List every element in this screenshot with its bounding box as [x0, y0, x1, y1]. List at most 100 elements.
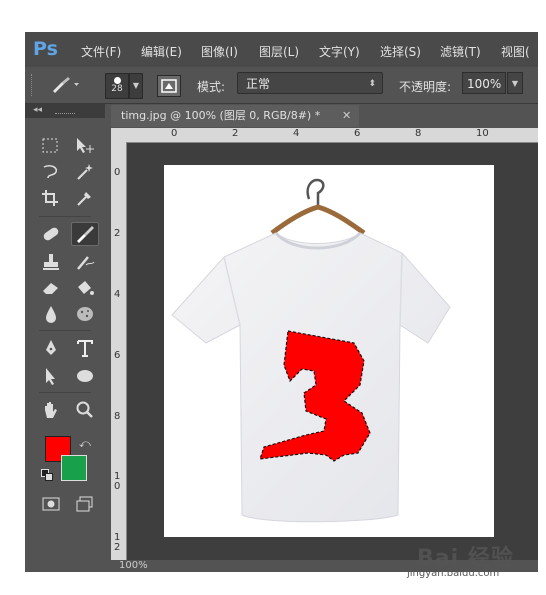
tool-move[interactable] [71, 134, 99, 158]
tool-sponge[interactable] [71, 302, 99, 326]
tool-spot-healing[interactable] [37, 222, 65, 246]
screen-mode-icon [76, 496, 93, 512]
swap-colors-icon[interactable]: ⤺ [79, 437, 91, 451]
ruler-label: 2 [232, 128, 239, 139]
close-icon[interactable]: ✕ [342, 105, 351, 127]
history-brush-icon [77, 256, 95, 270]
mode-label: 模式: [197, 80, 226, 94]
opacity-input[interactable]: 100% [462, 72, 506, 94]
tools-divider [39, 392, 91, 393]
ruler-label: 4 [114, 289, 121, 300]
menu-file[interactable]: 文件(F) [81, 43, 121, 60]
watermark-url: jingyan.baidu.com [407, 568, 500, 579]
ruler-label: 8 [114, 411, 121, 422]
clone-stamp-icon [43, 254, 59, 270]
ruler-label: 10 [476, 128, 489, 139]
menu-bar: Ps 文件(F) 编辑(E) 图像(I) 图层(L) 文字(Y) 选择(S) 滤… [25, 32, 538, 67]
move-icon [77, 138, 94, 153]
blur-icon [46, 306, 56, 323]
options-bar: 28 ▼ 模式: 正常 ⬍ 不透明度: 100% ▼ [25, 67, 538, 104]
brush-panel-icon [161, 79, 177, 93]
lasso-icon [43, 165, 58, 179]
tool-path-selection[interactable] [37, 364, 65, 388]
ruler-label: 4 [293, 128, 300, 139]
brush-picker-dropdown[interactable]: ▼ [129, 73, 143, 99]
tool-zoom[interactable] [71, 398, 99, 422]
menu-select[interactable]: 选择(S) [380, 43, 421, 60]
tools-divider [39, 330, 91, 331]
menu-edit[interactable]: 编辑(E) [141, 43, 182, 60]
ruler-label: 0 [171, 128, 178, 139]
tool-eraser[interactable] [37, 276, 65, 300]
panel-grip[interactable] [55, 113, 75, 114]
document-tab-title: timg.jpg @ 100% (图层 0, RGB/8#) * [121, 109, 321, 122]
eraser-icon [43, 283, 58, 294]
brush-tip-icon [113, 77, 121, 84]
tool-quick-mask[interactable] [37, 492, 65, 516]
brush-size-picker[interactable]: 28 [105, 73, 129, 99]
spot-healing-icon [43, 227, 59, 241]
tool-paint-bucket[interactable] [71, 276, 99, 300]
tools-panel: ◂◂ ⤺ [25, 104, 105, 572]
sponge-icon [77, 307, 93, 321]
chevron-updown-icon: ⬍ [368, 79, 376, 89]
quick-mask-icon [42, 497, 60, 511]
tools-divider [39, 216, 91, 217]
document-tab[interactable]: timg.jpg @ 100% (图层 0, RGB/8#) * ✕ [111, 105, 359, 127]
baidu-watermark: Bai 经验 jingyan.baidu.com [405, 510, 546, 595]
document-canvas[interactable] [164, 165, 494, 537]
paint-bucket-icon [78, 281, 94, 295]
options-bar-grip[interactable] [31, 74, 35, 96]
tool-crop[interactable] [37, 186, 65, 210]
tool-lasso[interactable] [37, 160, 65, 184]
hand-icon [45, 402, 57, 418]
eyedropper-icon [77, 192, 91, 206]
pen-icon [46, 340, 56, 355]
ruler-label: 0 [114, 167, 121, 178]
blend-mode-value: 正常 [246, 77, 271, 91]
ruler-vertical[interactable]: 0 2 4 6 8 1 0 1 2 [111, 142, 127, 562]
collapse-icon[interactable]: ◂◂ [33, 105, 42, 115]
ellipse-icon [77, 370, 93, 382]
opacity-dropdown-button[interactable]: ▼ [507, 72, 523, 94]
tool-screen-mode[interactable] [71, 492, 99, 516]
blend-mode-select[interactable]: 正常 ⬍ [237, 72, 383, 94]
ruler-label: 1 0 [114, 471, 121, 492]
menu-filter[interactable]: 滤镜(T) [440, 43, 481, 60]
tool-ellipse[interactable] [71, 364, 99, 388]
tools-panel-header: ◂◂ [25, 104, 105, 118]
path-selection-icon [46, 368, 55, 385]
zoom-status[interactable]: 100% [119, 560, 148, 571]
menu-image[interactable]: 图像(I) [201, 43, 238, 60]
tshirt-image [171, 178, 451, 523]
app-logo: Ps [33, 38, 58, 60]
ruler-label: 1 2 [114, 532, 121, 553]
zoom-icon [76, 401, 93, 418]
canvas-area[interactable] [127, 143, 538, 563]
ruler-label: 6 [114, 350, 121, 361]
menu-type[interactable]: 文字(Y) [319, 43, 360, 60]
toggle-brush-panel-button[interactable] [157, 75, 181, 97]
tool-clone-stamp[interactable] [37, 250, 65, 274]
tool-blur[interactable] [37, 302, 65, 326]
tool-type[interactable] [71, 336, 99, 360]
tool-rectangular-marquee[interactable] [37, 134, 65, 158]
rectangular-marquee-icon [42, 138, 58, 153]
magic-wand-icon [77, 164, 93, 180]
tool-eyedropper[interactable] [71, 186, 99, 210]
tool-pen[interactable] [37, 336, 65, 360]
brush-icon [77, 226, 94, 243]
ruler-horizontal[interactable]: 0 2 4 6 8 10 [111, 128, 538, 143]
background-color-swatch[interactable] [61, 455, 87, 481]
opacity-label: 不透明度: [399, 80, 452, 94]
tool-history-brush[interactable] [71, 250, 99, 274]
brush-size-value: 28 [111, 84, 123, 94]
ruler-label: 6 [354, 128, 361, 139]
tool-brush[interactable] [71, 222, 99, 246]
tool-magic-wand[interactable] [71, 160, 99, 184]
tool-hand[interactable] [37, 398, 65, 422]
brush-tool-preset-icon[interactable] [50, 76, 80, 94]
menu-layer[interactable]: 图层(L) [259, 43, 299, 60]
ruler-label: 2 [114, 228, 121, 239]
menu-view[interactable]: 视图( [501, 43, 530, 60]
